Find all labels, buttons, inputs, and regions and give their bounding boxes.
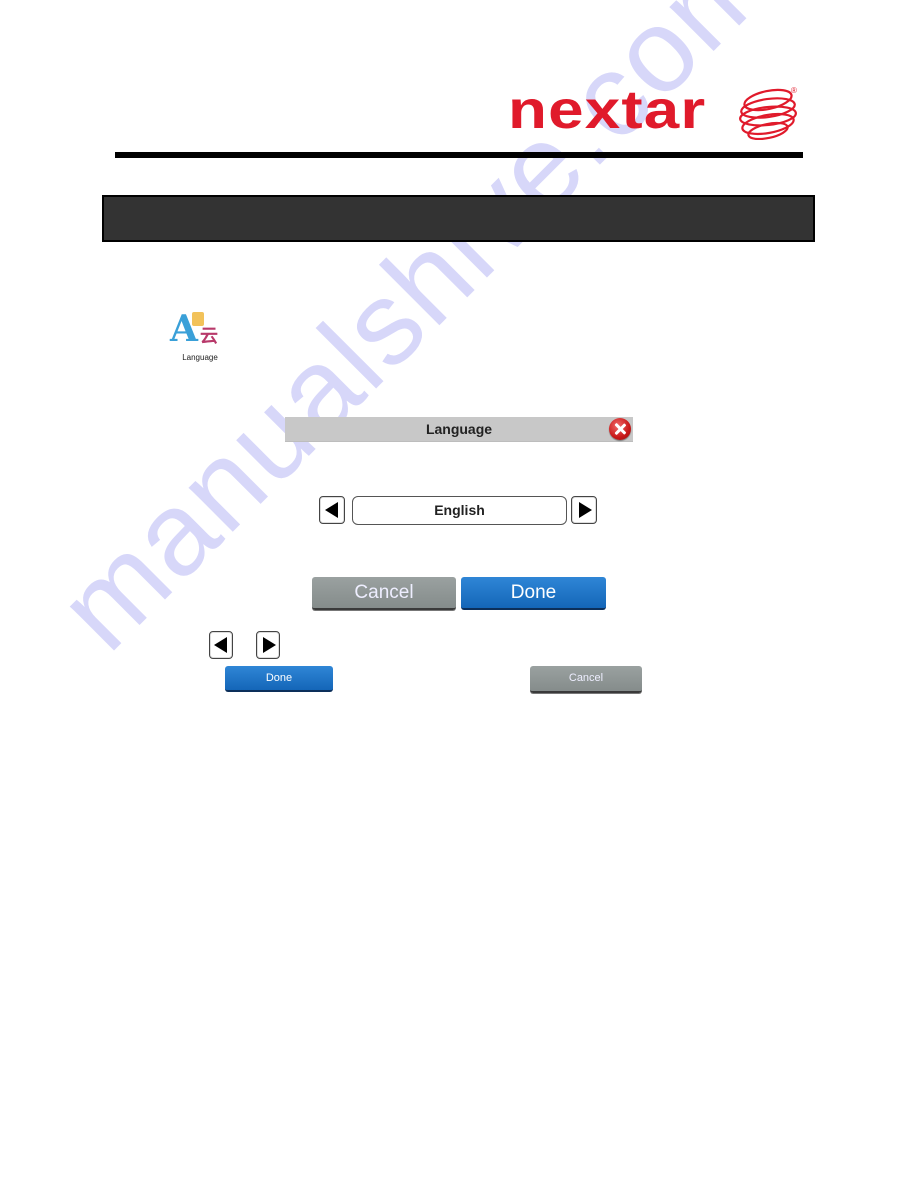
- done-button[interactable]: Done: [461, 577, 606, 610]
- close-icon[interactable]: [609, 418, 631, 440]
- section-title-bar: [102, 195, 815, 242]
- language-dialog-header: Language: [285, 417, 633, 442]
- arrow-right-icon: [579, 502, 592, 518]
- registered-mark: ®: [791, 86, 797, 95]
- brand-logo: nextar ®: [508, 80, 803, 142]
- legend-next-button: [256, 631, 280, 659]
- brand-name: nextar: [508, 80, 707, 140]
- arrow-left-icon: [325, 502, 338, 518]
- language-icon-label: Language: [182, 353, 218, 362]
- arrow-right-icon: [263, 637, 276, 653]
- legend-cancel-button: Cancel: [530, 666, 642, 693]
- language-icon[interactable]: A 云: [168, 308, 230, 344]
- svg-text:云: 云: [200, 326, 218, 344]
- dialog-title: Language: [425, 421, 493, 437]
- cancel-button[interactable]: Cancel: [312, 577, 456, 610]
- header-divider: [115, 152, 803, 158]
- prev-language-button[interactable]: [319, 496, 345, 524]
- legend-prev-button: [209, 631, 233, 659]
- next-language-button[interactable]: [571, 496, 597, 524]
- arrow-left-icon: [214, 637, 227, 653]
- legend-done-button: Done: [225, 666, 333, 692]
- language-value-field: English: [352, 496, 567, 525]
